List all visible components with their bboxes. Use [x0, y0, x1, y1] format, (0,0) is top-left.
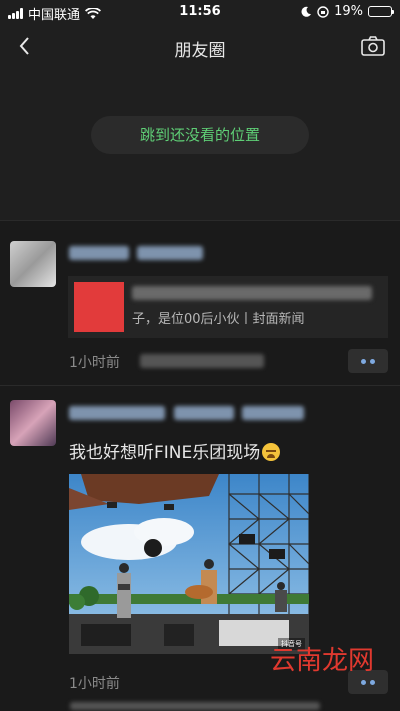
share-thumbnail: [74, 282, 124, 332]
post-text: 我也好想听FINE乐团现场: [69, 438, 281, 463]
blurred-share-title: [132, 286, 372, 300]
share-card[interactable]: 子，是位00后小伙丨封面新闻: [68, 276, 388, 338]
share-card-text: 子，是位00后小伙丨封面新闻: [132, 312, 305, 327]
post-time: 1小时前: [69, 355, 120, 371]
camera-icon[interactable]: [360, 34, 386, 58]
status-bar: 中国联通 11:56 19%: [0, 0, 400, 24]
jump-area: 跳到还没看的位置: [0, 68, 400, 220]
jump-to-unread-button[interactable]: 跳到还没看的位置: [91, 116, 309, 154]
lock-rotation-icon: [317, 5, 329, 18]
post-text-content: 我也好想听FINE乐团现场: [69, 443, 261, 463]
blurred-source: [140, 354, 264, 368]
blurred-username[interactable]: [69, 406, 165, 420]
post-time: 1小时前: [69, 676, 120, 692]
blurred-username-2: [137, 246, 203, 260]
blurred-username[interactable]: [69, 246, 129, 260]
concert-photo-image: [69, 474, 309, 654]
battery-percent: 19%: [334, 4, 363, 19]
avatar[interactable]: [10, 241, 56, 287]
battery-icon: [368, 6, 394, 17]
more-options-button[interactable]: [348, 349, 388, 373]
blurred-next-post-preview: [70, 702, 320, 710]
status-right: 19%: [300, 4, 394, 19]
tired-face-emoji-icon: [262, 443, 281, 461]
avatar[interactable]: [10, 400, 56, 446]
moon-icon: [301, 6, 312, 17]
post-photo[interactable]: 抖音号: [69, 474, 309, 654]
moment-post: 子，是位00后小伙丨封面新闻 1小时前: [0, 221, 400, 385]
watermark: 云南龙网: [269, 646, 374, 676]
blurred-username-3: [242, 406, 304, 420]
page-title: 朋友圈: [174, 41, 226, 61]
nav-bar: 朋友圈: [0, 24, 400, 68]
blurred-username-2: [174, 406, 234, 420]
